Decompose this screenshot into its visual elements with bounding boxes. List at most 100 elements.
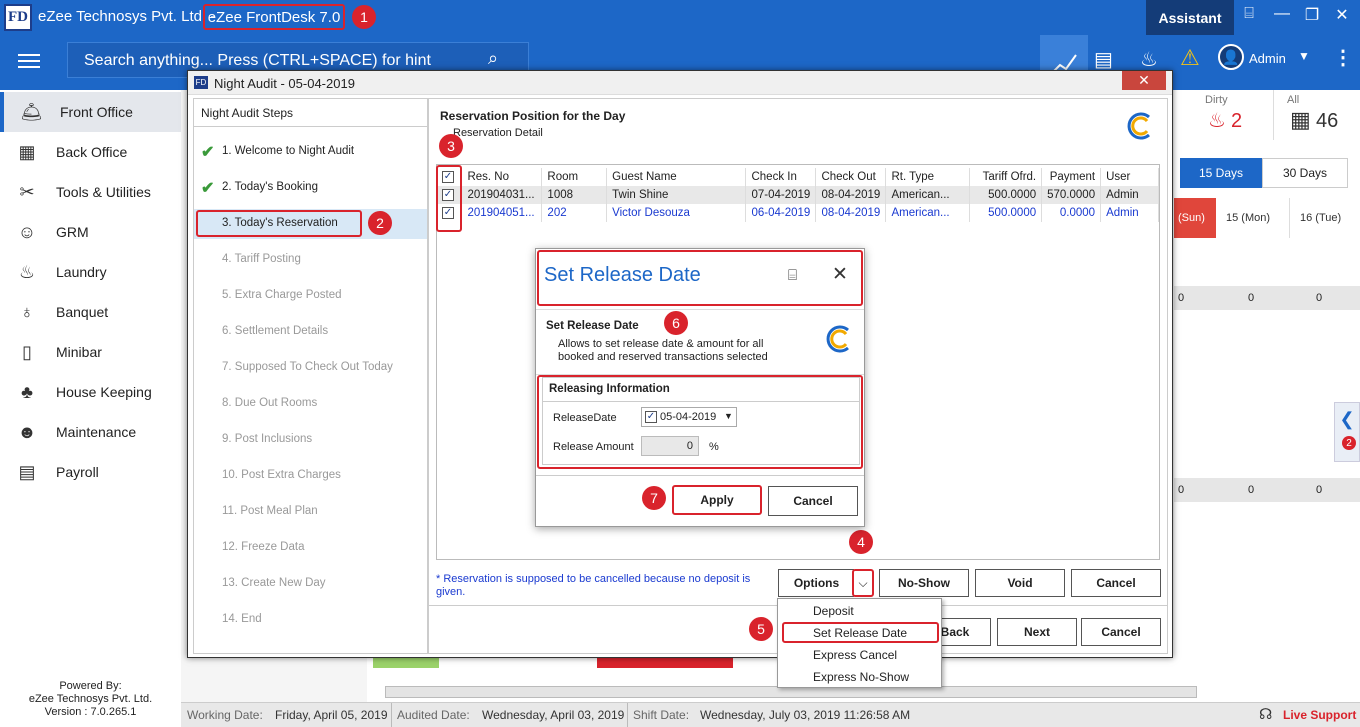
more-menu-icon[interactable]: ⋮ <box>1333 45 1353 70</box>
sidebar-item-minibar[interactable]: ▯ Minibar <box>0 332 181 372</box>
options-dropdown-icon[interactable]: ⌵ <box>852 569 874 597</box>
user-avatar-icon[interactable]: 👤 <box>1218 44 1244 70</box>
calculator-icon: ▦ <box>18 142 36 162</box>
popup-close-icon[interactable]: ✕ <box>832 263 848 286</box>
step-item: 7. Supposed To Check Out Today <box>194 353 427 383</box>
step-item: 13. Create New Day <box>194 569 427 599</box>
step-item: 6. Settlement Details <box>194 317 427 347</box>
steps-panel: Night Audit Steps ✔ 1. Welcome to Night A… <box>193 98 428 654</box>
column-header[interactable]: Tariff Ofrd. <box>969 168 1043 186</box>
percent-symbol: % <box>709 441 719 453</box>
callout-4: 4 <box>849 530 873 554</box>
column-header[interactable]: Res. No <box>461 168 543 186</box>
translate-icon[interactable]: ⌸ <box>1237 5 1261 23</box>
options-button[interactable]: Options <box>778 569 854 597</box>
release-date-picker[interactable]: ✓ 05-04-2019 ▼ <box>641 407 737 427</box>
table-row[interactable]: ✓ 201904031... 1008 Twin Shine 07-04-2019 08-… <box>437 186 1159 204</box>
popup-cancel-button[interactable]: Cancel <box>768 486 858 516</box>
restore-icon[interactable]: ❐ <box>1300 5 1324 25</box>
search-icon[interactable]: ⌕ <box>488 48 498 69</box>
panel-badge: 2 <box>1342 436 1356 450</box>
step-label: 14. End <box>222 613 262 625</box>
step-label: 12. Freeze Data <box>222 541 305 553</box>
column-header[interactable]: Guest Name <box>606 168 747 186</box>
column-header[interactable]: Rt. Type <box>885 168 971 186</box>
step-label: 1. Welcome to Night Audit <box>222 145 355 157</box>
column-header[interactable]: User <box>1100 168 1159 186</box>
table-cell: 06-04-2019 <box>745 204 817 222</box>
sidebar-item-label: Back Office <box>56 144 128 160</box>
next-button[interactable]: Next <box>997 618 1077 646</box>
title-bar: FD eZee Technosys Pvt. Ltd. - eZee Front… <box>0 0 1360 35</box>
column-header[interactable]: Room <box>541 168 608 186</box>
step-item: 11. Post Meal Plan <box>194 497 427 527</box>
dialog-close-button[interactable]: ✕ <box>1122 71 1166 90</box>
count-cell: 0 <box>1248 292 1255 304</box>
sidebar-item-label: Payroll <box>56 464 99 480</box>
cancel-dialog-button[interactable]: Cancel <box>1081 618 1161 646</box>
release-date-checkbox[interactable]: ✓ <box>645 411 657 423</box>
sidebar-item-payroll[interactable]: ▤ Payroll <box>0 452 181 492</box>
payroll-icon: ▤ <box>18 462 36 482</box>
apply-button[interactable]: Apply <box>672 485 762 515</box>
sidebar-item-house-keeping[interactable]: ♣ House Keeping <box>0 372 181 412</box>
collapse-panel-icon[interactable]: ❮ <box>1334 402 1360 462</box>
menu-item-express-cancel[interactable]: Express Cancel <box>813 648 897 662</box>
step-item: 9. Post Inclusions <box>194 425 427 455</box>
assistant-button[interactable]: Assistant <box>1146 0 1234 35</box>
bell-icon: 🛎 <box>20 102 43 122</box>
translate-icon[interactable]: ⌸ <box>788 267 797 284</box>
ezee-logo-icon <box>1121 109 1155 143</box>
void-button[interactable]: Void <box>975 569 1065 597</box>
column-header[interactable]: Payment <box>1041 168 1102 186</box>
release-date-label: ReleaseDate <box>553 412 617 424</box>
count-cell: 0 <box>1178 484 1185 496</box>
sidebar-item-tools-utilities[interactable]: ✂ Tools & Utilities <box>0 172 181 212</box>
release-amount-input[interactable]: 0 <box>641 436 699 456</box>
minimize-icon[interactable]: — <box>1270 5 1294 23</box>
step-label: 5. Extra Charge Posted <box>222 289 342 301</box>
shift-date-value: Wednesday, July 03, 2019 11:26:58 AM <box>700 708 911 722</box>
menu-icon[interactable] <box>18 54 40 68</box>
working-date-value: Friday, April 05, 2019 <box>275 708 388 722</box>
sidebar-item-maintenance[interactable]: ☻ Maintenance <box>0 412 181 452</box>
dialog-title: Night Audit - 05-04-2019 <box>188 71 1172 95</box>
no-show-button[interactable]: No-Show <box>879 569 969 597</box>
callout-7: 7 <box>642 486 666 510</box>
sidebar-item-grm[interactable]: ☺ GRM <box>0 212 181 252</box>
table-row[interactable]: ✓ 201904051... 202 Victor Desouza 06-04-2019… <box>437 204 1159 222</box>
menu-item-deposit[interactable]: Deposit <box>813 604 854 618</box>
tab-30-days[interactable]: 30 Days <box>1262 158 1348 188</box>
building-icon: ▦ <box>1290 107 1311 132</box>
sidebar-item-laundry[interactable]: ♨ Laundry <box>0 252 181 292</box>
column-header[interactable]: Check In <box>745 168 817 186</box>
release-date-value[interactable]: 05-04-2019 <box>660 411 716 423</box>
user-dropdown-icon[interactable]: ▼ <box>1298 49 1310 63</box>
sidebar-item-back-office[interactable]: ▦ Back Office <box>0 132 181 172</box>
tab-15-days[interactable]: 15 Days <box>1180 158 1262 188</box>
table-cell: 08-04-2019 <box>815 186 887 204</box>
live-support-link[interactable]: Live Support <box>1283 708 1356 722</box>
sidebar-item-front-office[interactable]: 🛎 Front Office <box>0 92 181 132</box>
table-cell: 202 <box>541 204 608 222</box>
cancel-reservation-button[interactable]: Cancel <box>1071 569 1161 597</box>
close-icon[interactable]: ✕ <box>1330 5 1354 25</box>
table-cell: American... <box>885 204 971 222</box>
user-name[interactable]: Admin <box>1249 51 1286 66</box>
column-header[interactable]: Check Out <box>815 168 887 186</box>
callout-5: 5 <box>749 617 773 641</box>
company-name: eZee Technosys Pvt. Ltd. - <box>38 8 216 25</box>
document-icon[interactable]: ▤ <box>1094 47 1113 72</box>
step-label: 4. Tariff Posting <box>222 253 301 265</box>
shift-date-label: Shift Date: <box>633 708 690 722</box>
check-icon: ✔ <box>201 180 215 197</box>
date-dropdown-icon[interactable]: ▼ <box>724 411 733 421</box>
menu-item-set-release-date[interactable]: Set Release Date <box>813 626 907 640</box>
warning-icon[interactable]: ⚠ <box>1180 45 1200 71</box>
menu-item-express-no-show[interactable]: Express No-Show <box>813 670 909 684</box>
housekeeping-toolbar-icon[interactable]: ♨ <box>1140 47 1158 72</box>
sidebar-item-banquet[interactable]: ♁ Banquet <box>0 292 181 332</box>
popup-title: Set Release Date <box>544 264 701 286</box>
set-release-date-dialog: Set Release Date ⌸ ✕ Set Release Date 6 … <box>535 248 865 527</box>
table-cell: American... <box>885 186 971 204</box>
